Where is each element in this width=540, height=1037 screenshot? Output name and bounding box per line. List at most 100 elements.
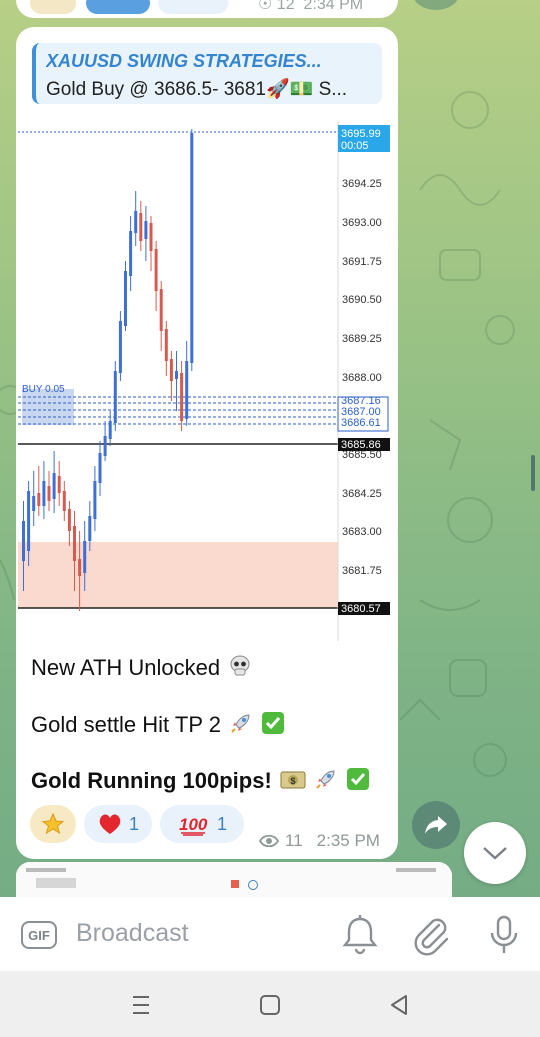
candle-body xyxy=(57,476,61,493)
previous-forward-button[interactable] xyxy=(412,0,460,10)
chevron-down-icon xyxy=(483,847,507,860)
home-icon[interactable] xyxy=(257,992,283,1018)
candle-body xyxy=(139,213,143,241)
hundred-points-icon: 100 xyxy=(179,815,208,836)
money-icon: $ xyxy=(280,771,306,789)
gif-button[interactable]: GIF xyxy=(21,921,57,949)
candle-body xyxy=(52,473,56,499)
reply-title: XAUUSD SWING STRATEGIES... xyxy=(46,51,322,71)
candle-body xyxy=(62,491,66,511)
next-message-bubble[interactable] xyxy=(16,862,452,902)
candle-body xyxy=(180,373,184,421)
skull-icon xyxy=(230,655,250,676)
reaction-hundred[interactable]: 100 1 xyxy=(160,805,244,843)
svg-text:100: 100 xyxy=(179,815,208,834)
price-axis-label: 3681.75 xyxy=(342,565,382,577)
check-mark-icon xyxy=(347,768,370,790)
candle-body xyxy=(118,321,122,373)
message-line-2: Gold settle Hit TP 2 xyxy=(31,711,285,738)
candle-body xyxy=(108,421,112,439)
reply-preview[interactable]: XAUUSD SWING STRATEGIES... Gold Buy @ 36… xyxy=(32,43,382,104)
back-icon[interactable] xyxy=(386,992,412,1018)
price-axis-label: 3688.00 xyxy=(342,372,382,384)
attachment-icon[interactable] xyxy=(411,913,451,957)
candles xyxy=(22,129,194,611)
bell-icon[interactable] xyxy=(340,913,380,957)
candle-body xyxy=(149,223,153,251)
message-line-2-text: Gold settle Hit TP 2 xyxy=(31,712,221,737)
rocket-icon xyxy=(231,714,250,733)
message-time: 2:35 PM xyxy=(316,831,380,850)
rocket-icon xyxy=(316,770,335,789)
reply-text: Gold Buy @ 3686.5- 3681🚀💵 S... xyxy=(46,79,348,100)
candlestick-chart: BUY 0.05 3694.25 3693.00 3691.75 3690.50 368… xyxy=(18,121,390,641)
scroll-down-button[interactable] xyxy=(464,822,526,884)
share-arrow-icon xyxy=(425,816,447,834)
forward-button[interactable] xyxy=(412,801,460,849)
candle-body xyxy=(103,436,107,456)
previous-time: 2:34 PM xyxy=(303,0,364,13)
star-icon xyxy=(41,812,65,835)
tag-bottom-price: 3680.57 xyxy=(341,603,381,615)
views-count: 11 xyxy=(285,831,303,850)
candle-body xyxy=(88,516,92,541)
price-axis-label: 3694.25 xyxy=(342,178,382,190)
candle-body xyxy=(169,359,173,381)
candle-body xyxy=(27,491,31,551)
recents-icon[interactable] xyxy=(128,992,154,1018)
candle-body xyxy=(134,211,138,233)
price-axis-label: 3691.75 xyxy=(342,256,382,268)
previous-views: 12 xyxy=(276,0,295,13)
candle-body xyxy=(185,361,189,419)
candle-body xyxy=(144,221,148,239)
chart-image[interactable]: BUY 0.05 3694.25 3693.00 3691.75 3690.50 368… xyxy=(16,121,398,641)
tag-top-time: 00:05 xyxy=(341,140,369,152)
candle-body xyxy=(93,481,97,519)
message-meta: 11 2:35 PM xyxy=(259,831,380,851)
message-line-3: Gold Running 100pips! $ xyxy=(31,767,370,794)
eye-icon xyxy=(259,834,279,848)
price-axis-label: 3684.25 xyxy=(342,488,382,500)
candle-body xyxy=(190,133,194,363)
microphone-icon[interactable] xyxy=(484,913,524,957)
reaction-hundred-count: 1 xyxy=(216,813,227,834)
candle-body xyxy=(129,231,133,276)
reaction-heart[interactable]: 1 xyxy=(84,805,152,843)
candle-body xyxy=(42,481,46,506)
candle-body xyxy=(83,541,87,573)
previous-reaction-hundred[interactable] xyxy=(158,0,228,14)
scrollbar-thumb[interactable] xyxy=(531,455,535,491)
message-line-1-text: New ATH Unlocked xyxy=(31,655,221,680)
message-line-1: New ATH Unlocked xyxy=(31,654,252,681)
candle-body xyxy=(32,496,36,511)
sl-zone xyxy=(18,542,338,608)
previous-message-meta: ☉ 12 2:34 PM xyxy=(258,0,363,14)
price-axis: 3694.25 3693.00 3691.75 3690.50 3689.25 3688.… xyxy=(342,178,382,577)
candle-body xyxy=(164,329,168,361)
message-line-3-text: Gold Running 100pips! xyxy=(31,768,272,793)
candle-body xyxy=(124,271,127,326)
candle-body xyxy=(159,289,163,331)
reaction-star[interactable] xyxy=(30,805,76,843)
heart-icon xyxy=(99,814,121,834)
svg-text:$: $ xyxy=(290,776,295,786)
price-axis-label: 3690.50 xyxy=(342,294,382,306)
tag-order-3: 3686.61 xyxy=(341,417,381,429)
candle-body xyxy=(73,526,76,561)
tag-current-price: 3685.86 xyxy=(341,439,381,451)
price-axis-label: 3693.00 xyxy=(342,217,382,229)
broadcast-input[interactable]: Broadcast xyxy=(76,919,189,948)
message-bubble: XAUUSD SWING STRATEGIES... Gold Buy @ 36… xyxy=(16,27,398,859)
buy-label: BUY 0.05 xyxy=(22,384,65,395)
tag-top-price: 3695.99 xyxy=(341,128,381,140)
candle-body xyxy=(98,453,102,483)
candle-body xyxy=(22,521,25,561)
candle-body xyxy=(67,509,71,531)
price-axis-label: 3689.25 xyxy=(342,333,382,345)
eye-icon: ☉ xyxy=(258,0,273,13)
candle-body xyxy=(175,371,178,379)
previous-reaction-heart[interactable] xyxy=(86,0,150,14)
price-axis-label: 3683.00 xyxy=(342,526,382,538)
previous-reaction-star[interactable] xyxy=(30,0,76,14)
candle-body xyxy=(37,493,41,506)
